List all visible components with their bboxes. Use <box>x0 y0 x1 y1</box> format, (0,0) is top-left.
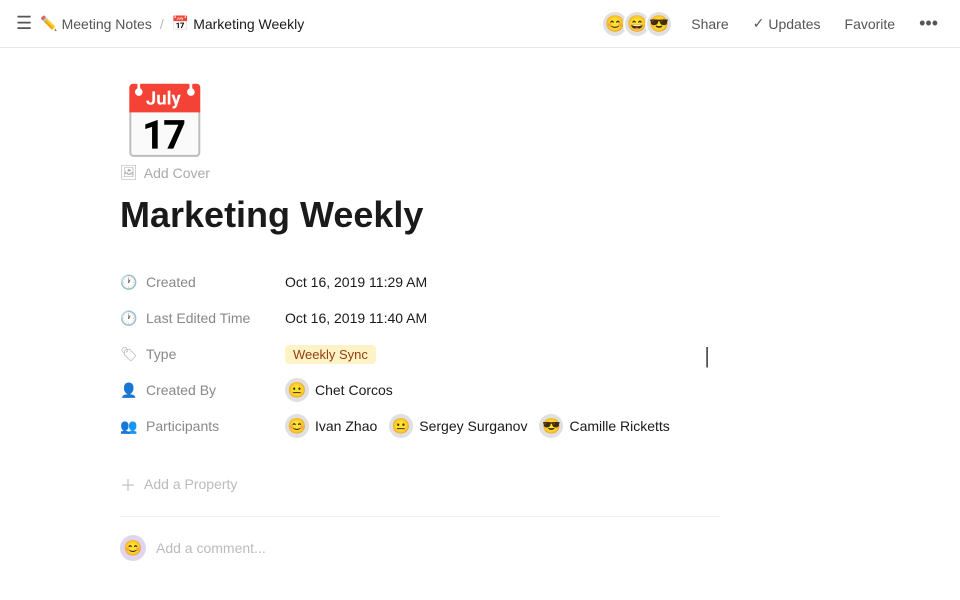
breadcrumb: ☰ ✏️ Meeting Notes / 📅 Marketing Weekly <box>16 13 304 34</box>
property-label-created: 🕐 Created <box>120 274 285 291</box>
comment-user-avatar: 😊 <box>120 535 146 561</box>
sergey-name: Sergey Surganov <box>419 418 527 434</box>
breadcrumb-meeting-notes[interactable]: ✏️ Meeting Notes <box>40 15 152 32</box>
type-tag[interactable]: Weekly Sync <box>285 345 376 364</box>
image-icon: 🖼 <box>120 164 138 181</box>
avatar-3: 😎 <box>645 10 673 38</box>
add-comment-area[interactable]: 😊 Add a comment... <box>120 529 900 567</box>
person-chet: 😐 Chet Corcos <box>285 378 720 402</box>
plus-icon: ＋ <box>120 472 136 496</box>
clock-icon-2: 🕐 <box>120 310 138 327</box>
topbar-actions: 😊 😄 😎 Share ✓ Updates Favorite ••• <box>601 9 944 38</box>
add-property-button[interactable]: ＋ Add a Property <box>120 464 900 504</box>
property-label-created-by: 👤 Created By <box>120 382 285 399</box>
camille-avatar: 😎 <box>539 414 563 438</box>
topbar: ☰ ✏️ Meeting Notes / 📅 Marketing Weekly … <box>0 0 960 48</box>
clock-icon: 🕐 <box>120 274 138 291</box>
more-options-button[interactable]: ••• <box>913 9 944 38</box>
property-type: 🏷 Type Weekly Sync <box>120 336 720 372</box>
property-value-created-by[interactable]: 😐 Chet Corcos <box>285 378 720 402</box>
person-icon: 👤 <box>120 382 138 399</box>
check-icon: ✓ <box>753 15 765 32</box>
camille-name: Camille Ricketts <box>569 418 669 434</box>
property-last-edited: 🕐 Last Edited Time Oct 16, 2019 11:40 AM <box>120 300 720 336</box>
menu-icon[interactable]: ☰ <box>16 13 32 34</box>
add-cover-button[interactable]: 🖼 Add Cover <box>120 164 900 181</box>
people-icon: 👥 <box>120 418 138 435</box>
property-created: 🕐 Created Oct 16, 2019 11:29 AM <box>120 264 720 300</box>
main-content: 📅 🖼 Add Cover Marketing Weekly 🕐 Created… <box>0 48 960 600</box>
participants-list: 😊 Ivan Zhao 😐 Sergey Surganov 😎 Camille … <box>285 414 720 438</box>
share-button[interactable]: Share <box>685 12 734 36</box>
add-comment-placeholder: Add a comment... <box>156 540 266 556</box>
person-sergey: 😐 Sergey Surganov <box>389 414 527 438</box>
breadcrumb-separator: / <box>160 16 164 32</box>
property-value-type[interactable]: Weekly Sync <box>285 345 720 364</box>
meeting-notes-icon: ✏️ <box>40 15 57 32</box>
updates-button[interactable]: ✓ Updates <box>747 11 827 36</box>
ivan-avatar: 😊 <box>285 414 309 438</box>
property-value-participants[interactable]: 😊 Ivan Zhao 😐 Sergey Surganov 😎 Camille … <box>285 414 720 438</box>
breadcrumb-marketing-weekly[interactable]: 📅 Marketing Weekly <box>172 15 304 32</box>
property-value-last-edited[interactable]: Oct 16, 2019 11:40 AM <box>285 310 720 326</box>
property-created-by: 👤 Created By 😐 Chet Corcos <box>120 372 720 408</box>
tag-icon: 🏷 <box>120 346 138 363</box>
property-value-created[interactable]: Oct 16, 2019 11:29 AM <box>285 274 720 290</box>
favorite-button[interactable]: Favorite <box>839 12 902 36</box>
person-camille: 😎 Camille Ricketts <box>539 414 669 438</box>
chet-name: Chet Corcos <box>315 382 393 398</box>
property-label-type: 🏷 Type <box>120 346 285 363</box>
sergey-avatar: 😐 <box>389 414 413 438</box>
collaborator-avatars: 😊 😄 😎 <box>601 10 673 38</box>
person-ivan: 😊 Ivan Zhao <box>285 414 377 438</box>
ivan-name: Ivan Zhao <box>315 418 377 434</box>
content-divider <box>120 516 720 517</box>
property-participants: 👥 Participants 😊 Ivan Zhao 😐 Sergey Surg… <box>120 408 720 444</box>
page-title[interactable]: Marketing Weekly <box>120 193 900 236</box>
page-icon-wrapper: 📅 🖼 Add Cover <box>120 88 900 181</box>
properties-section: 🕐 Created Oct 16, 2019 11:29 AM 🕐 Last E… <box>120 264 720 444</box>
chet-avatar: 😐 <box>285 378 309 402</box>
property-label-participants: 👥 Participants <box>120 418 285 435</box>
property-label-last-edited: 🕐 Last Edited Time <box>120 310 285 327</box>
page-icon[interactable]: 📅 <box>120 88 900 160</box>
calendar-icon: 📅 <box>172 15 189 32</box>
